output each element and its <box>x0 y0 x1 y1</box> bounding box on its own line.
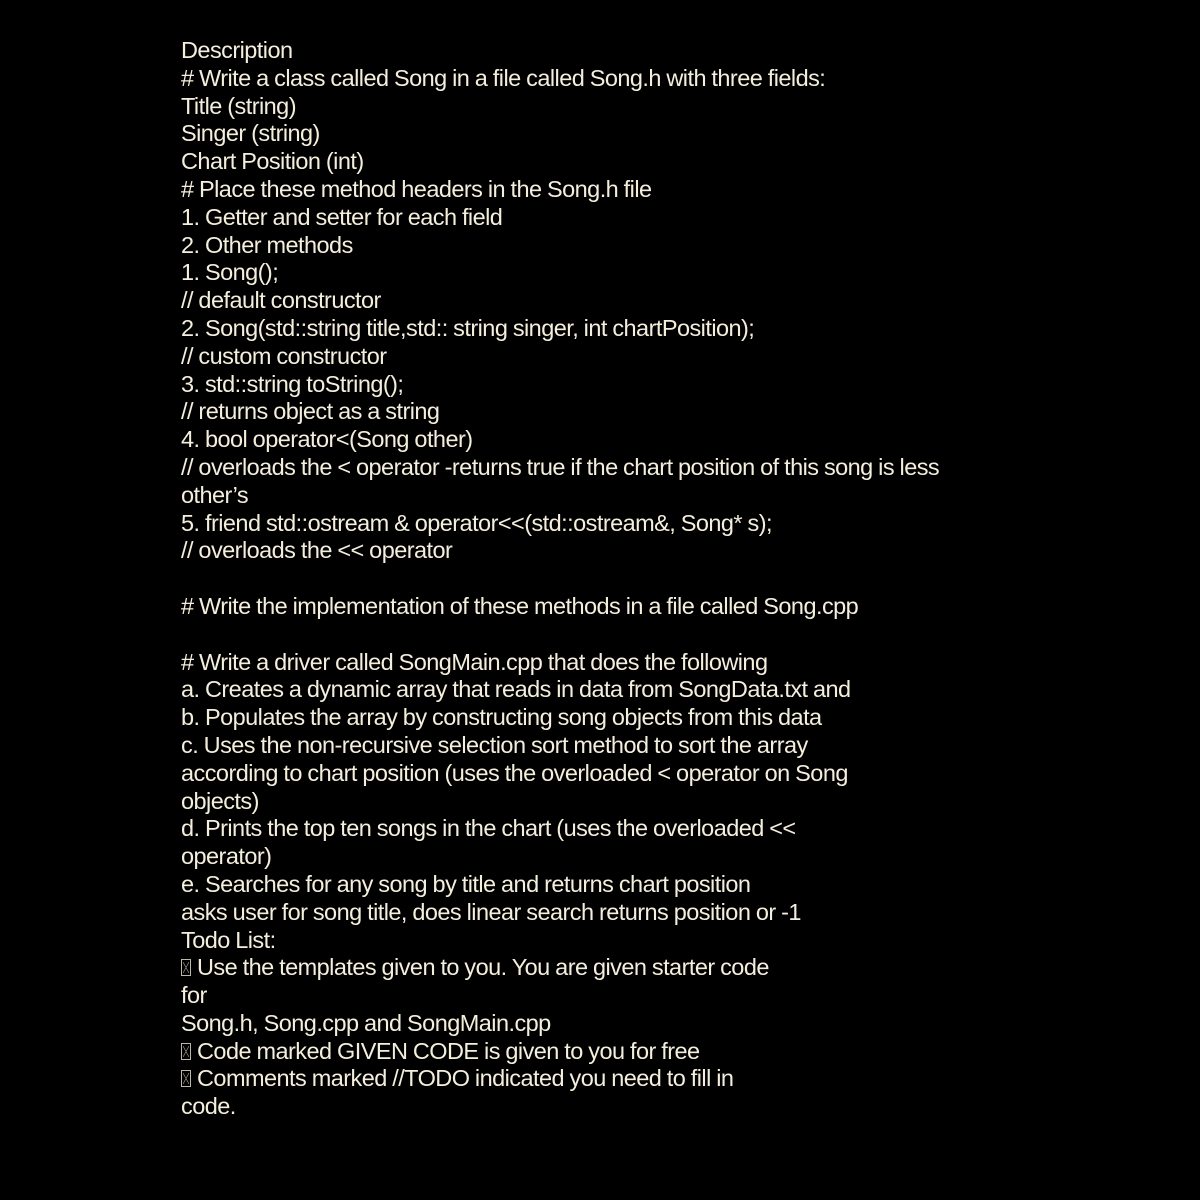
todo-item-continued: Song.h, Song.cpp and SongMain.cpp <box>181 1009 551 1036</box>
driver-section-heading: # Write a driver called SongMain.cpp tha… <box>181 648 768 675</box>
missing-glyph-bullet-icon <box>181 1070 191 1088</box>
field-chart-position: Chart Position (int) <box>181 148 364 175</box>
missing-glyph-bullet-icon <box>181 1042 191 1060</box>
todo-item-continued: for <box>181 982 207 1009</box>
driver-item: b. Populates the array by constructing s… <box>181 704 822 731</box>
todo-item-text: Code marked GIVEN CODE is given to you f… <box>197 1037 700 1064</box>
header-comment: // default constructor <box>181 287 381 314</box>
header-comment: // overloads the < operator -returns tru… <box>181 453 940 480</box>
headers-section-heading: # Place these method headers in the Song… <box>181 175 652 202</box>
todo-item: Code marked GIVEN CODE is given to you f… <box>181 1038 1181 1066</box>
driver-item: c. Uses the non-recursive selection sort… <box>181 731 808 758</box>
driver-item-continued: according to chart position (uses the ov… <box>181 759 848 786</box>
assignment-description: Description # Write a class called Song … <box>181 37 1181 1121</box>
description-title: Description <box>181 37 293 63</box>
header-comment: // custom constructor <box>181 342 387 369</box>
field-title: Title (string) <box>181 92 297 119</box>
header-comment: // returns object as a string <box>181 398 440 425</box>
header-item: 2. Song(std::string title,std:: string s… <box>181 314 755 341</box>
driver-item: d. Prints the top ten songs in the chart… <box>181 815 796 842</box>
header-item: 2. Other methods <box>181 231 353 258</box>
todo-item-text: Use the templates given to you. You are … <box>197 954 769 981</box>
header-comment: // overloads the << operator <box>181 537 453 564</box>
header-item: 5. friend std::ostream & operator<<(std:… <box>181 509 773 536</box>
driver-item-continued: asks user for song title, does linear se… <box>181 898 801 925</box>
header-item: 4. bool operator<(Song other) <box>181 426 473 453</box>
driver-item-continued: operator) <box>181 843 272 870</box>
driver-item: e. Searches for any song by title and re… <box>181 870 751 897</box>
header-item: 3. std::string toString(); <box>181 370 404 397</box>
todo-item-continued: code. <box>181 1093 236 1120</box>
driver-item: a. Creates a dynamic array that reads in… <box>181 676 851 703</box>
header-item: 1. Song(); <box>181 259 279 286</box>
todo-item-text: Comments marked //TODO indicated you nee… <box>197 1065 734 1092</box>
header-item: 1. Getter and setter for each field <box>181 203 503 230</box>
header-comment-continued: other’s <box>181 481 249 508</box>
todo-heading: Todo List: <box>181 926 276 953</box>
todo-item: Use the templates given to you. You are … <box>181 954 1181 982</box>
missing-glyph-bullet-icon <box>181 959 191 977</box>
field-singer: Singer (string) <box>181 120 320 147</box>
implementation-section-heading: # Write the implementation of these meth… <box>181 592 859 619</box>
driver-item-continued: objects) <box>181 787 259 814</box>
class-section-heading: # Write a class called Song in a file ca… <box>181 64 826 91</box>
todo-item: Comments marked //TODO indicated you nee… <box>181 1065 1181 1093</box>
